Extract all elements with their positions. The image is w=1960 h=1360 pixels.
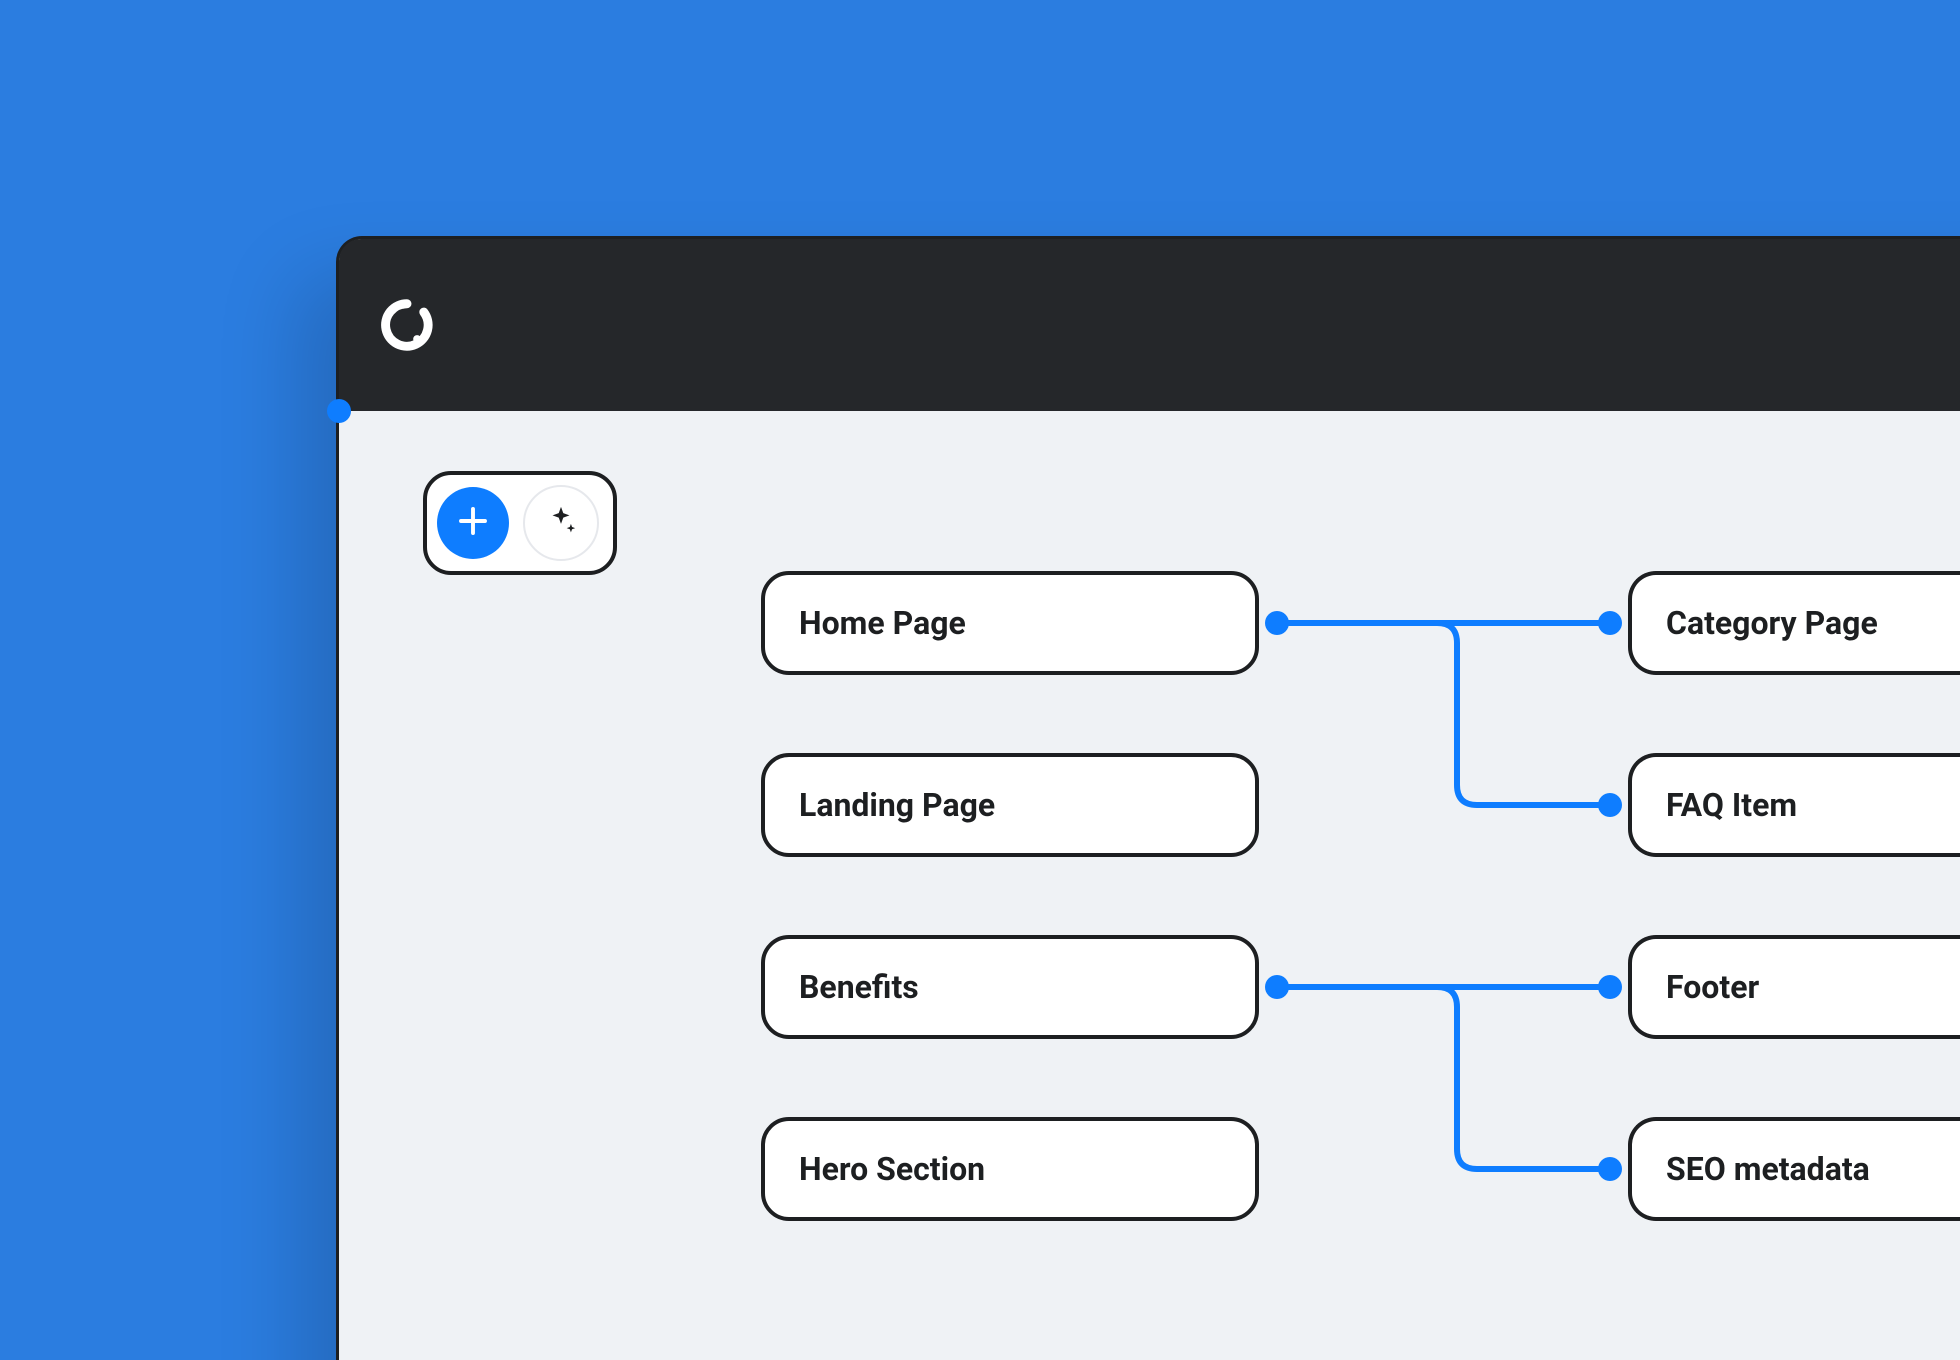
ai-generate-button[interactable]: [523, 485, 599, 561]
node-label: Landing Page: [799, 786, 995, 824]
node-label: Benefits: [799, 968, 919, 1006]
app-logo-icon: [379, 297, 435, 353]
node-label: FAQ Item: [1666, 786, 1797, 824]
add-button[interactable]: [437, 487, 509, 559]
canvas-toolbar: [423, 471, 617, 575]
node-label: SEO metadata: [1666, 1150, 1870, 1188]
node-home-page[interactable]: Home Page: [761, 571, 1259, 675]
node-label: Footer: [1666, 968, 1759, 1006]
sparkle-icon: [544, 504, 578, 542]
node-label: Home Page: [799, 604, 966, 642]
diagram-canvas[interactable]: Home Page Landing Page Benefits Hero Sec…: [339, 411, 1960, 1360]
node-landing-page[interactable]: Landing Page: [761, 753, 1259, 857]
node-label: Category Page: [1666, 604, 1878, 642]
app-window: Home Page Landing Page Benefits Hero Sec…: [336, 236, 1960, 1360]
node-seo-metadata[interactable]: SEO metadata: [1628, 1117, 1960, 1221]
node-faq-item[interactable]: FAQ Item: [1628, 753, 1960, 857]
node-hero-section[interactable]: Hero Section: [761, 1117, 1259, 1221]
title-bar: [339, 239, 1960, 411]
plus-icon: [455, 503, 491, 543]
node-label: Hero Section: [799, 1150, 985, 1188]
node-category-page[interactable]: Category Page: [1628, 571, 1960, 675]
page-background: Home Page Landing Page Benefits Hero Sec…: [0, 0, 1960, 1360]
node-benefits[interactable]: Benefits: [761, 935, 1259, 1039]
node-footer[interactable]: Footer: [1628, 935, 1960, 1039]
